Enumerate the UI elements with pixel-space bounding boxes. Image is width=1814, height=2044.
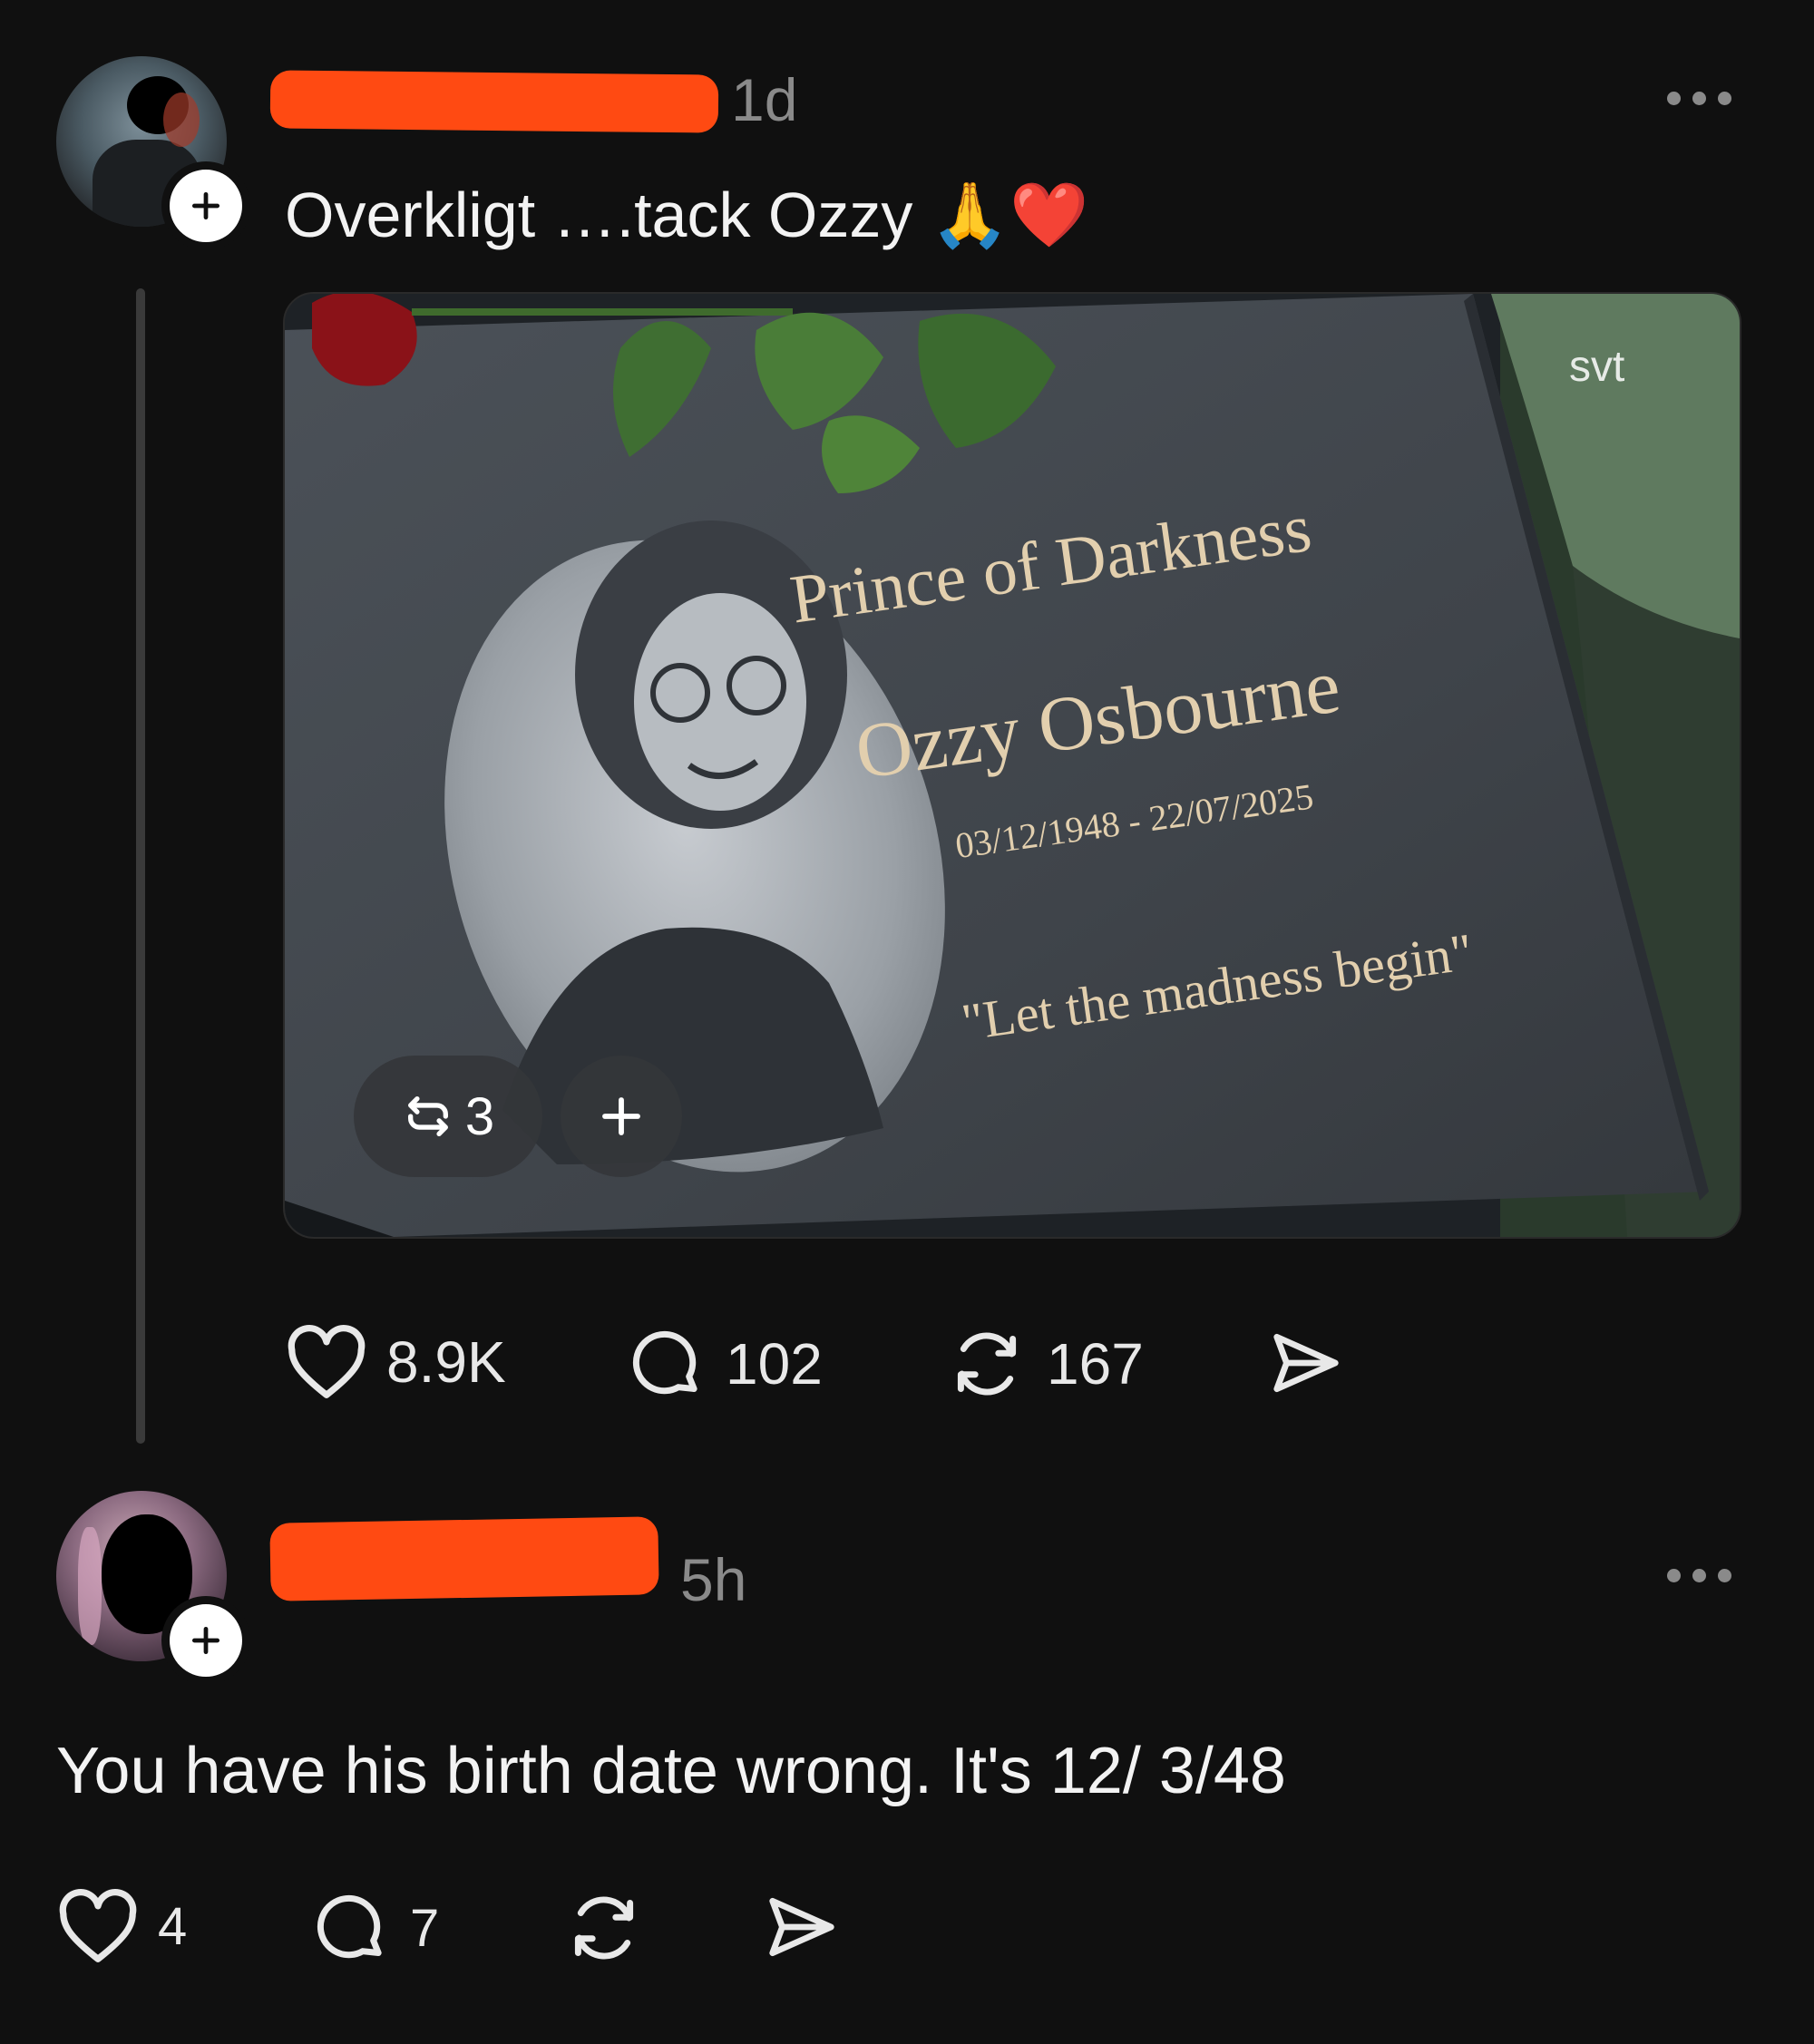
follow-button[interactable]: [161, 161, 250, 250]
heart-icon: [59, 1889, 137, 1962]
plus-icon: [191, 191, 220, 220]
reply-follow-button[interactable]: [161, 1596, 250, 1685]
repost-icon: [957, 1332, 1017, 1396]
comment-bubble-icon: [632, 1330, 697, 1395]
quote-count-pill[interactable]: 3: [354, 1056, 542, 1177]
plus-icon: [602, 1097, 640, 1135]
reply-repost-button[interactable]: [562, 1888, 646, 1968]
post-emoji: 🙏❤️: [930, 178, 1089, 252]
post-text: Overkligt ….tack Ozzy 🙏❤️: [285, 178, 1088, 253]
more-dots-icon[interactable]: [1667, 1569, 1731, 1582]
reply-share-button[interactable]: [760, 1888, 844, 1966]
reply-text: You have his birth date wrong. It's 12/ …: [56, 1735, 1286, 1807]
post-timestamp: 1d: [731, 66, 798, 133]
add-button[interactable]: [561, 1056, 682, 1177]
reply-comment-count: 7: [410, 1898, 440, 1958]
repost-count: 167: [1047, 1331, 1144, 1397]
share-button[interactable]: [1264, 1324, 1348, 1402]
reply-timestamp: 5h: [680, 1546, 747, 1613]
image-watermark: svt: [1569, 343, 1624, 391]
like-button[interactable]: 8.9K: [285, 1324, 506, 1400]
comment-button[interactable]: 102: [624, 1324, 823, 1404]
plus-icon: [191, 1626, 220, 1655]
send-icon: [769, 1897, 834, 1957]
thread-line: [136, 288, 145, 1444]
heart-icon: [288, 1325, 366, 1398]
redacted-reply-username: [269, 1516, 659, 1601]
more-dots-icon[interactable]: [1667, 92, 1731, 105]
repost-button[interactable]: 167: [945, 1324, 1144, 1404]
like-count: 8.9K: [386, 1329, 506, 1395]
reply-like-button[interactable]: 4: [56, 1888, 187, 1964]
repost-icon: [574, 1896, 634, 1960]
reply-comment-button[interactable]: 7: [308, 1888, 439, 1968]
post-text-body: Overkligt ….tack Ozzy: [285, 180, 913, 250]
comment-bubble-icon: [317, 1894, 382, 1959]
redacted-username: [269, 70, 719, 133]
comment-count: 102: [726, 1331, 823, 1397]
quote-count: 3: [464, 1086, 495, 1146]
repost-icon: [407, 1096, 448, 1136]
send-icon: [1273, 1333, 1339, 1393]
reply-like-count: 4: [158, 1896, 188, 1956]
